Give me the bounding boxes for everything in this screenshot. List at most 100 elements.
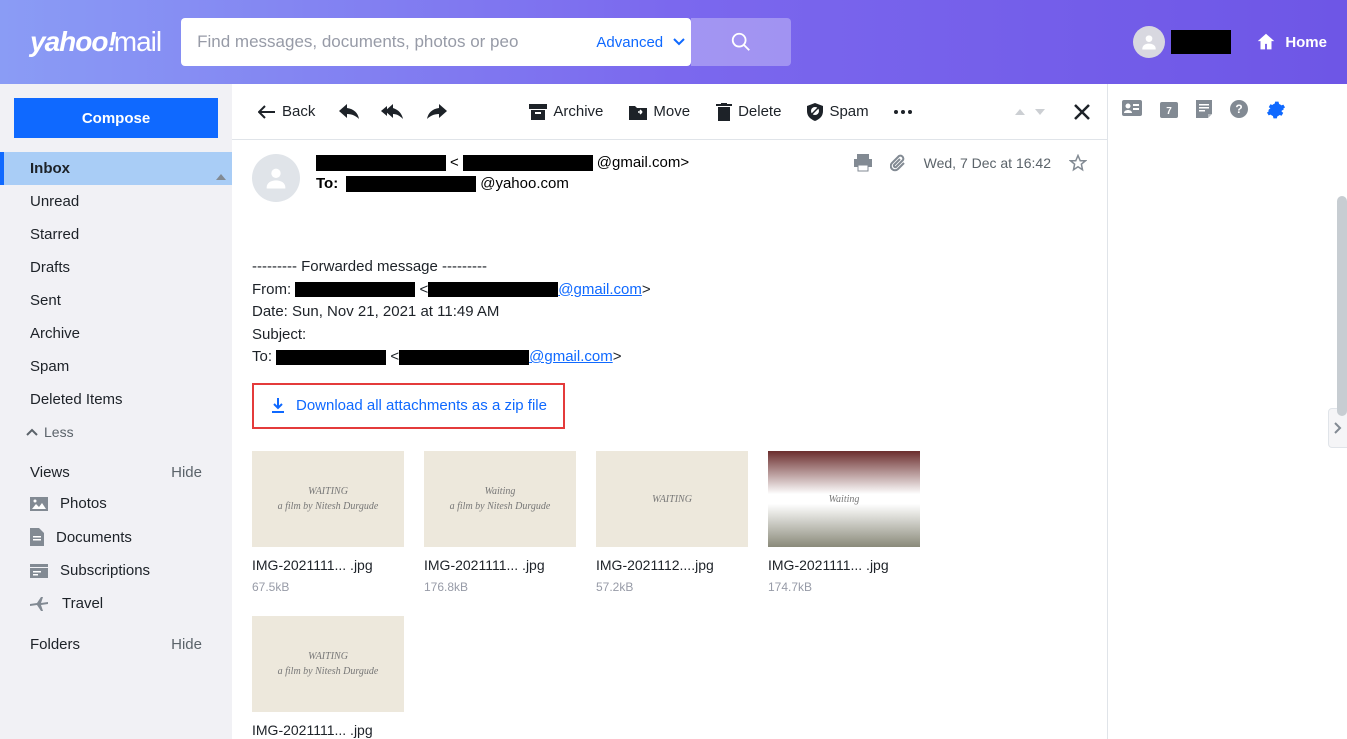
- yahoo-logo[interactable]: yahoo!mail: [30, 26, 161, 58]
- folder-item-inbox[interactable]: Inbox: [0, 152, 232, 185]
- attachment-filename: IMG-2021111... .jpg: [252, 720, 404, 739]
- archive-icon: [529, 104, 547, 120]
- chevron-up-icon: [26, 428, 38, 436]
- back-button[interactable]: Back: [248, 97, 325, 126]
- spam-button[interactable]: Spam: [797, 97, 878, 127]
- scrollbar[interactable]: [1336, 140, 1347, 739]
- attachment-item[interactable]: WAITINGIMG-2021112....jpg57.2kB: [596, 451, 748, 596]
- message-scroll-area[interactable]: <@gmail.com> To: @yahoo.com Wed, 7 Dec a…: [232, 140, 1107, 739]
- folder-list: InboxUnreadStarredDraftsSentArchiveSpamD…: [0, 152, 232, 416]
- folder-item-unread[interactable]: Unread: [0, 185, 232, 218]
- views-section-header: Views Hide: [0, 448, 232, 487]
- user-name-redacted: [1171, 30, 1231, 54]
- chevron-down-icon: [673, 38, 685, 46]
- attachment-item[interactable]: WaitingIMG-2021111... .jpg174.7kB: [768, 451, 920, 596]
- views-hide-toggle[interactable]: Hide: [171, 464, 202, 481]
- forwarded-from-line: From: <@gmail.com>: [252, 279, 1012, 302]
- move-button[interactable]: Move: [619, 97, 700, 126]
- folder-less-toggle[interactable]: Less: [0, 416, 232, 448]
- home-button[interactable]: Home: [1255, 31, 1327, 53]
- folder-item-starred[interactable]: Starred: [0, 218, 232, 251]
- notepad-icon[interactable]: [1196, 100, 1212, 118]
- help-icon[interactable]: ?: [1230, 100, 1248, 118]
- forward-button[interactable]: [419, 98, 455, 126]
- next-message-icon[interactable]: [1035, 109, 1045, 115]
- subscriptions-icon: [30, 564, 48, 578]
- attachment-thumbnail: Waiting: [768, 451, 920, 547]
- folder-item-drafts[interactable]: Drafts: [0, 251, 232, 284]
- search-icon: [730, 31, 752, 53]
- attachment-size: 67.5kB: [252, 578, 404, 596]
- forwarded-subject-line: Subject:: [252, 324, 1012, 347]
- person-icon: [262, 164, 290, 192]
- star-icon[interactable]: [1069, 154, 1087, 172]
- spam-shield-icon: [807, 103, 823, 121]
- arrow-left-icon: [258, 105, 276, 119]
- search-input[interactable]: [181, 32, 588, 52]
- sender-avatar: [252, 154, 300, 202]
- advanced-search-toggle[interactable]: Advanced: [588, 34, 691, 51]
- print-icon[interactable]: [854, 154, 872, 172]
- scrollbar-thumb[interactable]: [1337, 196, 1347, 416]
- folders-hide-toggle[interactable]: Hide: [171, 636, 202, 653]
- settings-icon[interactable]: [1266, 100, 1286, 120]
- trash-icon: [716, 103, 732, 121]
- svg-text:7: 7: [1166, 106, 1172, 117]
- sidebar: Compose InboxUnreadStarredDraftsSentArch…: [0, 84, 232, 739]
- to-email-link[interactable]: @gmail.com: [529, 348, 613, 365]
- folder-item-spam[interactable]: Spam: [0, 350, 232, 383]
- attachment-item[interactable]: Waiting a film by Nitesh DurgudeIMG-2021…: [424, 451, 576, 596]
- contact-card-icon[interactable]: [1122, 100, 1142, 116]
- app-header: yahoo!mail Advanced Home: [0, 0, 1347, 84]
- app-body: Compose InboxUnreadStarredDraftsSentArch…: [0, 84, 1347, 739]
- attachment-size: 57.2kB: [596, 578, 748, 596]
- view-item-travel[interactable]: Travel: [0, 587, 232, 620]
- prev-message-icon[interactable]: [1015, 109, 1025, 115]
- profile-avatar[interactable]: [1133, 26, 1165, 58]
- attachment-grid: WAITING a film by Nitesh Durgude IMG-2021…: [252, 451, 1012, 739]
- download-icon: [270, 398, 286, 414]
- reading-pane: Back Archive Move: [232, 84, 1108, 739]
- travel-icon: [30, 597, 50, 611]
- attachment-thumbnail: Waiting a film by Nitesh Durgude: [424, 451, 576, 547]
- to-line: To: @yahoo.com: [316, 175, 854, 192]
- ellipsis-icon: [893, 109, 913, 115]
- attachment-thumbnail: WAITING a film by Nitesh Durgude: [252, 616, 404, 712]
- from-email-link[interactable]: @gmail.com: [558, 281, 642, 298]
- forward-icon: [427, 104, 447, 120]
- folder-item-deleted-items[interactable]: Deleted Items: [0, 383, 232, 416]
- search-bar: Advanced: [181, 18, 691, 66]
- reply-button[interactable]: [331, 98, 367, 126]
- message-toolbar: Back Archive Move: [232, 84, 1107, 140]
- attachment-filename: IMG-2021111... .jpg: [252, 555, 404, 576]
- message-body: --------- Forwarded message --------- Fr…: [232, 206, 1032, 739]
- from-line: <@gmail.com>: [316, 154, 854, 171]
- calendar-icon[interactable]: 7: [1160, 100, 1178, 118]
- attachment-size: 176.8kB: [424, 578, 576, 596]
- sidebar-scroll-up-icon[interactable]: [216, 174, 226, 180]
- folder-item-archive[interactable]: Archive: [0, 317, 232, 350]
- attachment-item[interactable]: WAITING a film by Nitesh DurgudeIMG-2021…: [252, 451, 404, 596]
- download-all-attachments[interactable]: Download all attachments as a zip file: [252, 383, 565, 430]
- reply-all-button[interactable]: [373, 98, 413, 126]
- move-icon: [629, 104, 647, 120]
- main-content: Back Archive Move: [232, 84, 1347, 739]
- forwarded-to-line: To: <@gmail.com>: [252, 346, 1012, 369]
- close-icon[interactable]: [1073, 103, 1091, 121]
- more-actions-button[interactable]: [885, 103, 921, 121]
- archive-button[interactable]: Archive: [519, 97, 613, 126]
- view-item-subscriptions[interactable]: Subscriptions: [0, 554, 232, 587]
- person-icon: [1139, 32, 1159, 52]
- right-rail: 7 ?: [1108, 84, 1346, 739]
- attachment-filename: IMG-2021111... .jpg: [768, 555, 920, 576]
- view-item-documents[interactable]: Documents: [0, 520, 232, 554]
- compose-button[interactable]: Compose: [14, 98, 218, 138]
- view-item-photos[interactable]: Photos: [0, 487, 232, 520]
- attachment-item[interactable]: WAITING a film by Nitesh Durgude IMG-2021…: [252, 616, 404, 739]
- search-button[interactable]: [691, 18, 791, 66]
- folders-section-header: Folders Hide: [0, 620, 232, 659]
- attachment-icon[interactable]: [890, 154, 906, 172]
- delete-button[interactable]: Delete: [706, 97, 791, 127]
- folder-item-sent[interactable]: Sent: [0, 284, 232, 317]
- reply-all-icon: [381, 104, 405, 120]
